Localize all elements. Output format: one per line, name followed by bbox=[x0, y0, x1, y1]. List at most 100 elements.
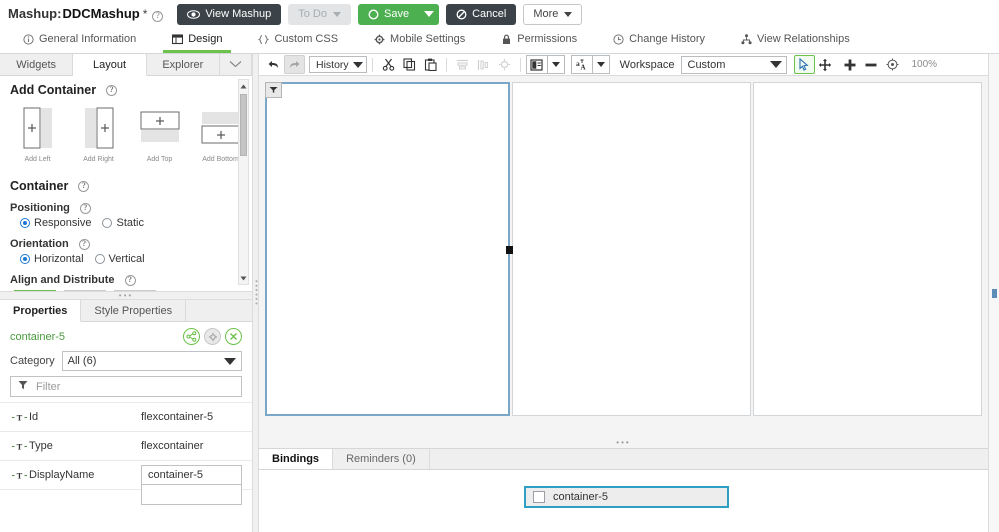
scroll-up-icon[interactable] bbox=[239, 80, 248, 92]
resize-handle-right[interactable] bbox=[506, 246, 513, 254]
table-row[interactable] bbox=[0, 484, 252, 505]
help-icon[interactable]: ? bbox=[78, 180, 90, 192]
design-toolbar: History a A Workspace Custom 100% bbox=[259, 54, 988, 76]
zoom-in-button[interactable] bbox=[840, 55, 861, 74]
paste-button[interactable] bbox=[420, 55, 441, 74]
tab-custom-css[interactable]: Custom CSS bbox=[249, 33, 347, 53]
add-left-option[interactable]: Add Left bbox=[16, 106, 59, 163]
radio-horizontal[interactable]: Horizontal bbox=[20, 253, 84, 265]
gear-icon[interactable] bbox=[204, 328, 221, 345]
copy-button[interactable] bbox=[399, 55, 420, 74]
binding-node-container-5[interactable]: container-5 bbox=[524, 486, 729, 508]
selected-element-name: container-5 bbox=[10, 330, 66, 343]
add-right-option[interactable]: Add Right bbox=[77, 106, 120, 163]
layout-scrollbar[interactable] bbox=[238, 79, 249, 285]
left-panel-splitter[interactable]: •••••• bbox=[252, 54, 259, 532]
tab-properties[interactable]: Properties bbox=[0, 300, 82, 322]
node-checkbox[interactable] bbox=[533, 491, 545, 503]
select-tool-button[interactable] bbox=[793, 55, 815, 74]
redo-button[interactable] bbox=[284, 55, 305, 74]
tab-explorer[interactable]: Explorer bbox=[146, 54, 220, 75]
help-icon[interactable]: ? bbox=[106, 84, 118, 96]
add-bottom-icon bbox=[200, 106, 242, 153]
close-icon[interactable] bbox=[225, 328, 242, 345]
radio-vertical[interactable]: Vertical bbox=[94, 253, 145, 265]
mashup-canvas[interactable] bbox=[259, 76, 988, 437]
canvas-container-right-2[interactable] bbox=[753, 82, 982, 416]
align-horizontal-button[interactable] bbox=[452, 55, 473, 74]
cancel-button[interactable]: Cancel bbox=[446, 3, 517, 25]
workspace-label: Workspace bbox=[619, 58, 675, 71]
align-option-2[interactable] bbox=[64, 290, 106, 291]
tab-style-properties[interactable]: Style Properties bbox=[81, 300, 187, 321]
zoom-out-button[interactable] bbox=[861, 55, 882, 74]
more-button[interactable]: More bbox=[523, 3, 583, 25]
save-dropdown-button[interactable] bbox=[417, 5, 435, 24]
right-panel-splitter[interactable] bbox=[988, 54, 999, 532]
table-row[interactable]: T Id flexcontainer-5 bbox=[0, 402, 252, 431]
radio-dot bbox=[102, 218, 113, 228]
tab-reminders[interactable]: Reminders (0) bbox=[333, 449, 430, 469]
pan-tool-button[interactable] bbox=[815, 55, 836, 74]
help-icon[interactable]: ? bbox=[79, 202, 91, 214]
tab-widgets[interactable]: Widgets bbox=[0, 54, 74, 75]
zoom-reset-button[interactable] bbox=[882, 55, 903, 74]
orientation-label: Orientation ? bbox=[10, 238, 242, 250]
help-icon[interactable]: ? bbox=[124, 274, 136, 286]
undo-button[interactable] bbox=[263, 55, 284, 74]
todo-button[interactable]: To Do bbox=[288, 3, 351, 25]
tab-view-relationships[interactable]: View Relationships bbox=[732, 33, 859, 53]
scrollbar-thumb[interactable] bbox=[240, 94, 247, 156]
tab-general-information[interactable]: General Information bbox=[14, 33, 145, 53]
save-button[interactable]: Save bbox=[358, 3, 440, 25]
toolbar-separator bbox=[519, 57, 521, 72]
help-icon[interactable]: ? bbox=[152, 10, 164, 22]
align-option-fill[interactable] bbox=[14, 290, 56, 291]
tab-design[interactable]: Design bbox=[163, 33, 232, 53]
bindings-canvas[interactable]: container-5 bbox=[259, 470, 988, 532]
align-vertical-button[interactable] bbox=[473, 55, 494, 74]
next-property-input[interactable] bbox=[141, 484, 242, 505]
collapse-panel-button[interactable] bbox=[219, 54, 252, 75]
view-mashup-label: View Mashup bbox=[205, 8, 272, 20]
category-select[interactable]: All (6) bbox=[61, 351, 242, 371]
radio-dot bbox=[20, 218, 30, 228]
help-icon[interactable]: ? bbox=[78, 238, 90, 250]
spacing-button[interactable] bbox=[494, 55, 515, 74]
radio-responsive[interactable]: Responsive bbox=[20, 217, 91, 229]
align-option-3[interactable] bbox=[114, 290, 156, 291]
add-top-option[interactable]: Add Top bbox=[138, 106, 181, 163]
table-row[interactable]: T Type flexcontainer bbox=[0, 431, 252, 460]
text-style-icon: aA bbox=[572, 56, 592, 73]
tab-permissions[interactable]: Permissions bbox=[492, 33, 586, 53]
tab-label: View Relationships bbox=[757, 33, 850, 45]
text-style-dropdown-button[interactable] bbox=[593, 56, 609, 73]
layout-split-button[interactable] bbox=[525, 55, 565, 74]
text-style-split-button[interactable]: aA bbox=[570, 55, 610, 74]
tab-change-history[interactable]: Change History bbox=[604, 33, 714, 53]
filter-input[interactable] bbox=[34, 379, 234, 394]
tab-mobile-settings[interactable]: Mobile Settings bbox=[365, 33, 474, 53]
app-header: Mashup: DDCMashup * ? View Mashup To Do … bbox=[0, 0, 999, 28]
tab-bindings[interactable]: Bindings bbox=[259, 449, 334, 469]
workspace-select[interactable]: Custom bbox=[680, 55, 787, 74]
left-panel-horizontal-splitter[interactable]: ••• bbox=[0, 291, 252, 300]
display-name-input[interactable]: container-5 bbox=[141, 464, 242, 486]
property-rows: T Id flexcontainer-5 T Type flexcontaine… bbox=[0, 402, 252, 505]
view-mashup-button[interactable]: View Mashup bbox=[177, 3, 282, 25]
scroll-down-icon[interactable] bbox=[239, 272, 248, 284]
lock-icon bbox=[501, 34, 512, 45]
container-menu-icon[interactable] bbox=[265, 82, 282, 98]
canvas-container-right-1[interactable] bbox=[512, 82, 751, 416]
layout-dropdown-button[interactable] bbox=[548, 56, 564, 73]
radio-static[interactable]: Static bbox=[102, 217, 144, 229]
canvas-bottom-splitter[interactable]: ••• bbox=[259, 437, 988, 448]
canvas-container-5[interactable] bbox=[265, 82, 513, 416]
share-icon[interactable] bbox=[183, 328, 200, 345]
cut-button[interactable] bbox=[378, 55, 399, 74]
property-filter[interactable] bbox=[10, 376, 242, 397]
add-bottom-option[interactable]: Add Bottom bbox=[199, 106, 242, 163]
history-select[interactable]: History bbox=[309, 56, 367, 73]
chevron-down-icon bbox=[224, 357, 236, 365]
tab-layout[interactable]: Layout bbox=[73, 54, 147, 76]
